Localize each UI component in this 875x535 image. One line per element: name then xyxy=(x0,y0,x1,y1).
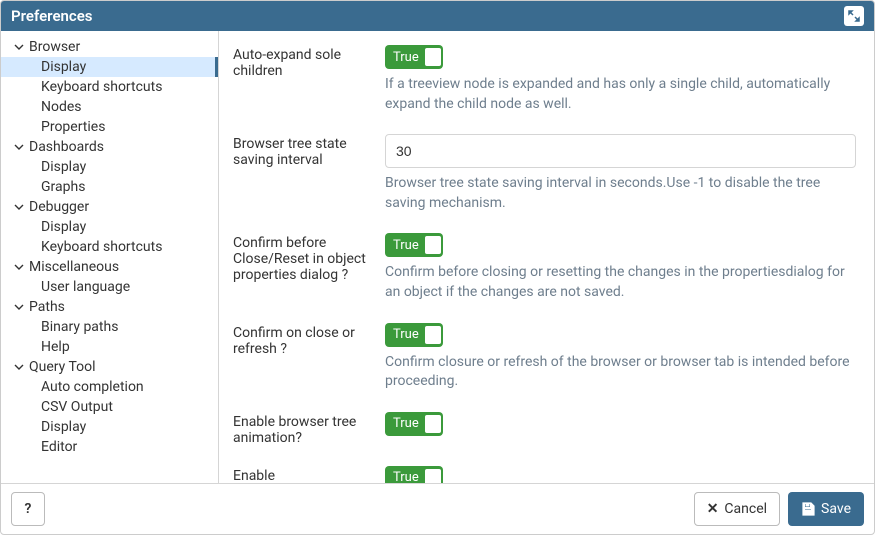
tree-item[interactable]: Binary paths xyxy=(1,317,218,337)
expand-button[interactable] xyxy=(844,6,864,26)
tree-item[interactable]: Auto completion xyxy=(1,377,218,397)
toggle-switch[interactable]: True xyxy=(385,412,443,436)
tree-group[interactable]: Paths xyxy=(1,297,218,317)
setting-label: Enable browser tree animation? xyxy=(233,412,385,446)
toggle-knob xyxy=(425,469,441,483)
preferences-dialog: Preferences BrowserDisplayKeyboard short… xyxy=(0,0,875,535)
setting-help-text: Confirm before closing or resetting the … xyxy=(385,263,856,302)
chevron-down-icon xyxy=(13,202,25,212)
setting-label: Confirm before Close/Reset in object pro… xyxy=(233,233,385,283)
tree-item[interactable]: Nodes xyxy=(1,97,218,117)
tree-group-label: Debugger xyxy=(29,199,89,215)
tree-group[interactable]: Miscellaneous xyxy=(1,257,218,277)
setting-control: True If a treeview node is expanded and h… xyxy=(385,45,856,114)
expand-icon xyxy=(848,10,860,22)
tree-item[interactable]: Keyboard shortcuts xyxy=(1,77,218,97)
toggle-value: True xyxy=(393,238,419,253)
chevron-down-icon xyxy=(13,142,25,152)
help-button[interactable]: ? xyxy=(11,492,45,526)
setting-control: True xyxy=(385,466,856,483)
tree-item[interactable]: Display xyxy=(1,157,218,177)
setting-row: Confirm before Close/Reset in object pro… xyxy=(233,233,856,302)
toggle-value: True xyxy=(393,327,419,342)
toggle-value: True xyxy=(393,50,419,65)
setting-row: Enable dialogue/notification animation? T… xyxy=(233,466,856,483)
tree-item[interactable]: Properties xyxy=(1,117,218,137)
tree-item[interactable]: Display xyxy=(1,217,218,237)
setting-row: Auto-expand sole children True If a treevi… xyxy=(233,45,856,114)
tree-item[interactable]: Editor xyxy=(1,437,218,457)
tree-group[interactable]: Dashboards xyxy=(1,137,218,157)
settings-panel: Auto-expand sole children True If a treevi… xyxy=(219,31,874,483)
setting-row: Enable browser tree animation? True xyxy=(233,412,856,446)
tree-group[interactable]: Browser xyxy=(1,37,218,57)
setting-control: True Confirm before closing or resetting … xyxy=(385,233,856,302)
tree-group-label: Query Tool xyxy=(29,359,96,375)
setting-label: Enable dialogue/notification animation? xyxy=(233,466,385,483)
tree-group-label: Dashboards xyxy=(29,139,104,155)
dialog-body: BrowserDisplayKeyboard shortcutsNodesPro… xyxy=(1,31,874,483)
tree-item[interactable]: Display xyxy=(1,57,218,77)
tree-group[interactable]: Query Tool xyxy=(1,357,218,377)
setting-row: Confirm on close or refresh ? True Confirm… xyxy=(233,323,856,392)
toggle-knob xyxy=(425,415,441,433)
toggle-switch[interactable]: True xyxy=(385,233,443,257)
setting-label: Confirm on close or refresh ? xyxy=(233,323,385,357)
tree-group-label: Paths xyxy=(29,299,65,315)
tree-group-label: Browser xyxy=(29,39,80,55)
dialog-header: Preferences xyxy=(1,1,874,31)
toggle-switch[interactable]: True xyxy=(385,466,443,483)
setting-label: Browser tree state saving interval xyxy=(233,134,385,168)
tree-item[interactable]: CSV Output xyxy=(1,397,218,417)
help-icon: ? xyxy=(25,501,32,517)
tree-item[interactable]: Help xyxy=(1,337,218,357)
sidebar-tree[interactable]: BrowserDisplayKeyboard shortcutsNodesPro… xyxy=(1,31,219,483)
close-icon: ✕ xyxy=(707,501,719,517)
chevron-down-icon xyxy=(13,302,25,312)
chevron-down-icon xyxy=(13,362,25,372)
setting-control: Browser tree state saving interval in se… xyxy=(385,134,856,213)
setting-control: True xyxy=(385,412,856,436)
setting-row: Browser tree state saving intervalBrowse… xyxy=(233,134,856,213)
tree-group-label: Miscellaneous xyxy=(29,259,119,275)
tree-item[interactable]: User language xyxy=(1,277,218,297)
tree-group[interactable]: Debugger xyxy=(1,197,218,217)
cancel-label: Cancel xyxy=(724,501,767,517)
toggle-switch[interactable]: True xyxy=(385,323,443,347)
dialog-footer: ? ✕ Cancel Save xyxy=(1,483,874,534)
cancel-button[interactable]: ✕ Cancel xyxy=(694,492,780,526)
tree-item[interactable]: Keyboard shortcuts xyxy=(1,237,218,257)
toggle-switch[interactable]: True xyxy=(385,45,443,69)
toggle-knob xyxy=(425,326,441,344)
setting-help-text: Browser tree state saving interval in se… xyxy=(385,174,856,213)
setting-control: True Confirm closure or refresh of the br… xyxy=(385,323,856,392)
toggle-knob xyxy=(425,236,441,254)
toggle-knob xyxy=(425,48,441,66)
setting-label: Auto-expand sole children xyxy=(233,45,385,79)
chevron-down-icon xyxy=(13,262,25,272)
dialog-title: Preferences xyxy=(11,7,93,25)
text-input[interactable] xyxy=(385,134,856,168)
tree-item[interactable]: Graphs xyxy=(1,177,218,197)
save-icon xyxy=(801,502,815,516)
toggle-value: True xyxy=(393,470,419,483)
setting-help-text: Confirm closure or refresh of the browse… xyxy=(385,353,856,392)
setting-help-text: If a treeview node is expanded and has o… xyxy=(385,75,856,114)
save-label: Save xyxy=(821,501,851,517)
save-button[interactable]: Save xyxy=(788,492,864,526)
toggle-value: True xyxy=(393,416,419,431)
chevron-down-icon xyxy=(13,42,25,52)
tree-item[interactable]: Display xyxy=(1,417,218,437)
